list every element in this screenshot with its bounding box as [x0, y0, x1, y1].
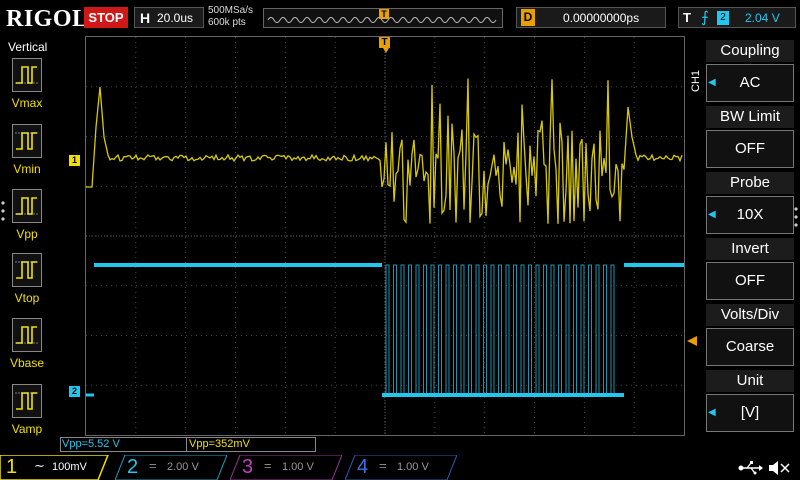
measure-vbase-button[interactable] — [12, 318, 42, 352]
pulse-icon — [15, 261, 39, 279]
trigger-box[interactable]: T ⨍ 2 2.04 V — [678, 7, 796, 28]
trigger-label: T — [683, 10, 691, 25]
measure-vpp-button[interactable] — [12, 189, 42, 223]
measurement-ch2-vpp: Vpp=5.52 V — [62, 438, 120, 450]
channel-2-tab[interactable]: 2 = 2.00 V — [115, 455, 227, 480]
menu-coupling-button[interactable]: AC — [706, 64, 794, 102]
menu-arrow-icon: ◀ — [708, 209, 716, 220]
measure-label: Vpp — [16, 227, 38, 241]
measurement-ch1-vpp: Vpp=352mV — [189, 438, 250, 450]
menu-volts-div-value: Coarse — [725, 338, 775, 355]
channel-scale: 100mV — [52, 461, 87, 473]
pulse-icon — [15, 132, 39, 150]
channel-number: 4 — [357, 456, 369, 478]
measurement-divider — [186, 438, 187, 451]
channel-scale: 1.00 V — [397, 461, 429, 473]
channel-number: 2 — [127, 456, 139, 478]
dc-coupling-icon: = — [379, 458, 387, 473]
measure-vmax-button[interactable] — [12, 58, 42, 92]
sample-rate: 500MSa/s — [208, 5, 254, 16]
menu-arrow-icon: ◀ — [708, 77, 716, 88]
menu-volts-div-title: Volts/Div — [706, 304, 794, 326]
trigger-source: 2 — [717, 11, 729, 25]
channel-1-tab[interactable]: 1 ∼ 100mV — [0, 455, 112, 480]
pulse-icon — [15, 326, 39, 344]
memory-overview-bar: T — [263, 8, 503, 28]
scroll-dots-icon — [794, 207, 798, 227]
trigger-level-marker[interactable] — [687, 336, 697, 346]
scroll-dots-icon — [1, 201, 5, 221]
menu-unit-title: Unit — [706, 370, 794, 392]
ch1-trace — [86, 78, 683, 224]
channel-scale: 1.00 V — [282, 461, 314, 473]
memory-depth: 600k pts — [208, 17, 246, 28]
rising-edge-icon: ⨍ — [701, 9, 709, 26]
menu-arrow-icon: ◀ — [708, 407, 716, 418]
measure-label: Vtop — [14, 291, 40, 305]
channel-number: 3 — [242, 456, 254, 478]
timebase-box[interactable]: H 20.0us — [134, 7, 204, 28]
channel-3-tab[interactable]: 3 = 1.00 V — [230, 455, 342, 480]
channel-4-tab[interactable]: 4 = 1.00 V — [345, 455, 457, 480]
pulse-icon — [15, 66, 39, 84]
measure-label: Vamp — [11, 422, 43, 436]
ac-coupling-icon: ∼ — [34, 458, 45, 473]
dc-coupling-icon: = — [264, 458, 272, 473]
usb-icon — [738, 461, 763, 475]
delay-label: D — [521, 9, 535, 26]
trigger-level: 2.04 V — [745, 11, 780, 25]
menu-coupling-title: Coupling — [706, 40, 794, 62]
timebase-label: H — [140, 10, 151, 26]
channel-number: 1 — [6, 456, 18, 478]
run-stop-indicator[interactable]: STOP — [84, 7, 128, 28]
menu-volts-div-button[interactable]: Coarse — [706, 328, 794, 366]
menu-invert-value: OFF — [735, 272, 765, 289]
menu-bw-limit-button[interactable]: OFF — [706, 130, 794, 168]
menu-unit-button[interactable]: [V] — [706, 394, 794, 432]
trigger-position-arrow — [383, 48, 389, 53]
acquisition-info: 500MSa/s 600k pts — [208, 5, 253, 29]
channel-scale: 2.00 V — [167, 461, 199, 473]
menu-invert-title: Invert — [706, 238, 794, 260]
measure-vmin-button[interactable] — [12, 124, 42, 158]
delay-box[interactable]: D 0.00000000ps — [516, 7, 666, 28]
brand-logo: RIGOL — [6, 6, 89, 32]
menu-bw-limit-title: BW Limit — [706, 106, 794, 128]
memory-trigger-marker: T — [379, 9, 389, 19]
menu-probe-title: Probe — [706, 172, 794, 194]
status-icons — [738, 461, 790, 475]
ch2-offset-marker[interactable]: 2 — [69, 386, 80, 397]
waveform-traces — [86, 78, 684, 397]
ch2-trace-burst — [385, 264, 615, 395]
trigger-position-marker[interactable]: T — [379, 37, 390, 48]
menu-unit-value: [V] — [740, 404, 760, 421]
measure-vtop-button[interactable] — [12, 253, 42, 287]
menu-channel-tag: CH1 — [690, 69, 702, 92]
delay-value: 0.00000000ps — [563, 11, 640, 25]
menu-probe-button[interactable]: 10X — [706, 196, 794, 234]
menu-invert-button[interactable]: OFF — [706, 262, 794, 300]
measure-menu-title: Vertical — [8, 40, 48, 54]
measure-label: Vmax — [11, 96, 43, 110]
pulse-icon — [15, 197, 39, 215]
menu-probe-value: 10X — [736, 206, 764, 223]
waveform-display[interactable] — [85, 36, 685, 436]
measure-label: Vbase — [9, 356, 45, 370]
timebase-value: 20.0us — [157, 11, 194, 25]
menu-coupling-value: AC — [739, 74, 761, 91]
dc-coupling-icon: = — [149, 458, 157, 473]
measure-vamp-button[interactable] — [12, 384, 42, 418]
ch1-offset-marker[interactable]: 1 — [69, 155, 80, 166]
menu-bw-limit-value: OFF — [735, 140, 765, 157]
speaker-mute-icon — [769, 461, 790, 475]
measure-label: Vmin — [13, 162, 41, 176]
pulse-icon — [15, 392, 39, 410]
